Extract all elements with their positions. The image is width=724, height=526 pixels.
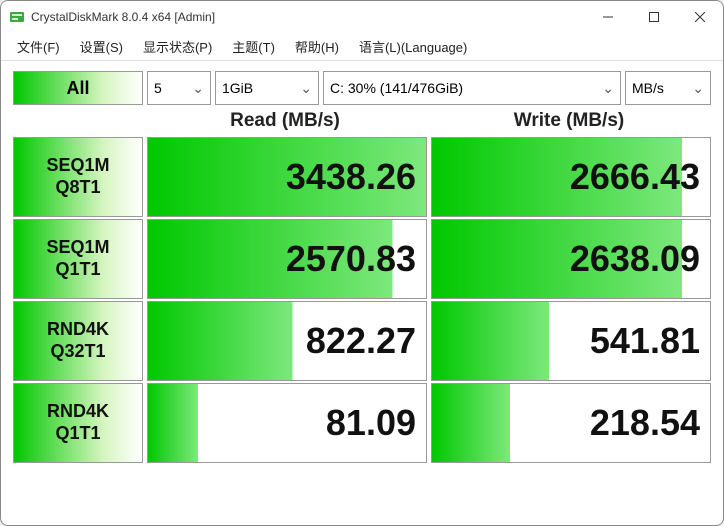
test-label-line1: SEQ1M	[46, 237, 109, 259]
menu-settings[interactable]: 设置(S)	[70, 33, 133, 60]
close-button[interactable]	[677, 1, 723, 33]
write-value-1: 2638.09	[431, 219, 711, 299]
test-row-3: RND4K Q1T1 81.09 218.54	[13, 383, 711, 463]
read-value-1: 2570.83	[147, 219, 427, 299]
test-row-1: SEQ1M Q1T1 2570.83 2638.09	[13, 219, 711, 299]
test-label-line2: Q8T1	[55, 177, 100, 199]
write-header: Write (MB/s)	[427, 110, 711, 132]
size-value: 1GiB	[222, 80, 253, 96]
menu-display[interactable]: 显示状态(P)	[133, 33, 222, 60]
content-area: All 5 ⌄ 1GiB ⌄ C: 30% (141/476GiB) ⌄ MB/…	[1, 61, 723, 525]
count-value: 5	[154, 80, 162, 96]
test-button-seq1m-q1t1[interactable]: SEQ1M Q1T1	[13, 219, 143, 299]
test-row-2: RND4K Q32T1 822.27 541.81	[13, 301, 711, 381]
run-all-button[interactable]: All	[13, 71, 143, 105]
menubar: 文件(F) 设置(S) 显示状态(P) 主题(T) 帮助(H) 语言(L)(La…	[1, 33, 723, 61]
app-window: CrystalDiskMark 8.0.4 x64 [Admin] 文件(F) …	[0, 0, 724, 526]
read-value-0: 3438.26	[147, 137, 427, 217]
unit-select[interactable]: MB/s ⌄	[625, 71, 711, 105]
drive-value: C: 30% (141/476GiB)	[330, 80, 463, 96]
drive-select[interactable]: C: 30% (141/476GiB) ⌄	[323, 71, 621, 105]
header-row: Read (MB/s) Write (MB/s)	[13, 107, 711, 135]
app-icon	[9, 9, 25, 25]
chevron-down-icon: ⌄	[684, 80, 704, 97]
read-value-2: 822.27	[147, 301, 427, 381]
test-button-seq1m-q8t1[interactable]: SEQ1M Q8T1	[13, 137, 143, 217]
titlebar: CrystalDiskMark 8.0.4 x64 [Admin]	[1, 1, 723, 33]
write-value-3: 218.54	[431, 383, 711, 463]
test-label-line1: RND4K	[47, 319, 109, 341]
test-label-line1: SEQ1M	[46, 155, 109, 177]
size-select[interactable]: 1GiB ⌄	[215, 71, 319, 105]
chevron-down-icon: ⌄	[292, 80, 312, 97]
chevron-down-icon: ⌄	[184, 80, 204, 97]
maximize-button[interactable]	[631, 1, 677, 33]
unit-value: MB/s	[632, 80, 664, 96]
count-select[interactable]: 5 ⌄	[147, 71, 211, 105]
test-label-line2: Q1T1	[55, 259, 100, 281]
write-value-0: 2666.43	[431, 137, 711, 217]
minimize-button[interactable]	[585, 1, 631, 33]
test-row-0: SEQ1M Q8T1 3438.26 2666.43	[13, 137, 711, 217]
read-header: Read (MB/s)	[143, 110, 427, 132]
test-button-rnd4k-q1t1[interactable]: RND4K Q1T1	[13, 383, 143, 463]
write-value-2: 541.81	[431, 301, 711, 381]
test-label-line2: Q32T1	[50, 341, 105, 363]
test-label-line1: RND4K	[47, 401, 109, 423]
window-title: CrystalDiskMark 8.0.4 x64 [Admin]	[31, 10, 215, 24]
read-value-3: 81.09	[147, 383, 427, 463]
menu-file[interactable]: 文件(F)	[7, 33, 70, 60]
control-row: All 5 ⌄ 1GiB ⌄ C: 30% (141/476GiB) ⌄ MB/…	[13, 71, 711, 105]
chevron-down-icon: ⌄	[594, 80, 614, 97]
menu-theme[interactable]: 主题(T)	[222, 33, 285, 60]
menu-language[interactable]: 语言(L)(Language)	[349, 33, 477, 60]
test-button-rnd4k-q32t1[interactable]: RND4K Q32T1	[13, 301, 143, 381]
test-label-line2: Q1T1	[55, 423, 100, 445]
menu-help[interactable]: 帮助(H)	[285, 33, 349, 60]
